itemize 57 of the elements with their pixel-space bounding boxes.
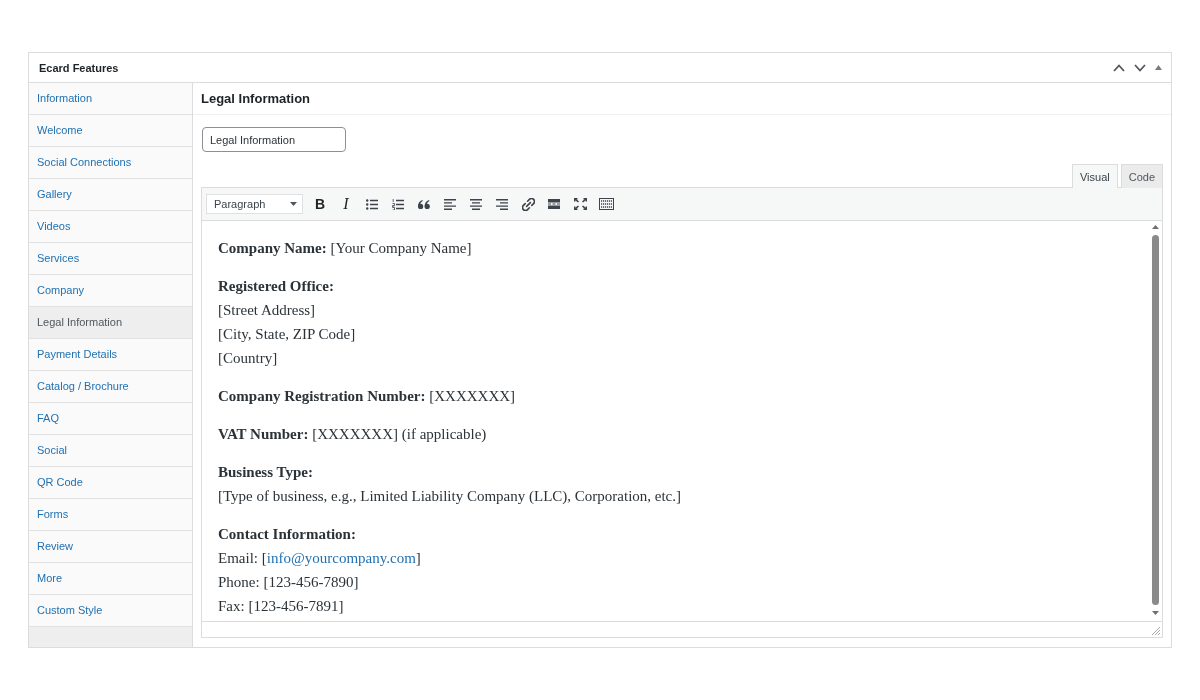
sidebar-tab[interactable]: Services (29, 243, 192, 275)
link-icon (521, 197, 535, 211)
align-center-icon (470, 198, 482, 210)
sidebar-tab[interactable]: QR Code (29, 467, 192, 499)
editor-line: [City, State, ZIP Code] (218, 325, 357, 344)
chevron-down-icon[interactable] (1134, 63, 1146, 72)
sidebar-tab[interactable]: Forms (29, 499, 192, 531)
email-link[interactable]: info@yourcompany.com (266, 550, 416, 566)
sidebar-tab[interactable]: Custom Style (29, 595, 192, 627)
editor-line: [Type of business, e.g., Limited Liability Company (LLC), Corporation, etc.] (218, 487, 683, 506)
fullscreen-icon (573, 198, 587, 210)
sidebar-tab[interactable]: More (29, 563, 192, 595)
editor-heading: Contact Information: (218, 525, 357, 544)
quote-icon (418, 199, 430, 209)
editor-line: Phone: [123-456-7890] (218, 573, 360, 592)
editor-line: [Street Address] (218, 301, 317, 320)
align-left-icon (444, 198, 456, 210)
align-right-icon (496, 198, 508, 210)
sidebar-tab[interactable]: Information (29, 83, 192, 115)
sidebar-tab[interactable]: Social Connections (29, 147, 192, 179)
editor-line: Company Name: [Your Company Name] (218, 239, 473, 258)
section-title: Legal Information (201, 91, 311, 106)
triangle-up-icon[interactable] (1155, 65, 1162, 70)
editor-heading: Business Type: (218, 463, 314, 482)
sidebar-tab[interactable]: Gallery (29, 179, 192, 211)
numbered-list-icon (392, 198, 404, 210)
scroll-down-icon[interactable] (1151, 611, 1159, 615)
sidebar-tab[interactable]: Review (29, 531, 192, 563)
sidebar-tab[interactable]: Catalog / Brochure (29, 371, 192, 403)
sidebar-tab[interactable]: Company (29, 275, 192, 307)
sidebar-tab[interactable]: Social (29, 435, 192, 467)
scroll-up-icon[interactable] (1151, 225, 1159, 229)
sidebar-tab[interactable]: Videos (29, 211, 192, 243)
scrollbar-thumb[interactable] (1151, 235, 1159, 605)
keyboard-icon (598, 198, 614, 210)
sidebar-tab[interactable]: FAQ (29, 403, 192, 435)
panel-title: Ecard Features (39, 61, 119, 74)
editor-tab[interactable]: Visual (1071, 164, 1118, 188)
editor-line: [Country] (218, 349, 279, 368)
italic-button[interactable]: I (333, 192, 359, 216)
bold-button[interactable]: B (307, 192, 333, 216)
format-dropdown[interactable]: Paragraph (206, 194, 303, 214)
title-input[interactable]: Legal Information (202, 127, 346, 152)
editor-line: Company Registration Number: [XXXXXXX] (218, 387, 517, 406)
editor-heading: Registered Office: (218, 277, 335, 296)
caret-icon (290, 202, 297, 206)
read-more-icon (548, 199, 560, 209)
chevron-up-icon[interactable] (1113, 63, 1125, 72)
editor-tab[interactable]: Code (1120, 164, 1163, 188)
editor-line: Email: [info@yourcompany.com] (218, 549, 422, 568)
resize-handle-icon[interactable] (1152, 627, 1160, 635)
editor-area[interactable] (201, 221, 1163, 622)
sidebar-tab[interactable]: Payment Details (29, 339, 192, 371)
sidebar-tab[interactable]: Welcome (29, 115, 192, 147)
bullet-list-icon (366, 198, 378, 210)
editor-line: Fax: [123-456-7891] (218, 597, 345, 616)
editor-line: VAT Number: [XXXXXXX] (if applicable) (218, 425, 488, 444)
